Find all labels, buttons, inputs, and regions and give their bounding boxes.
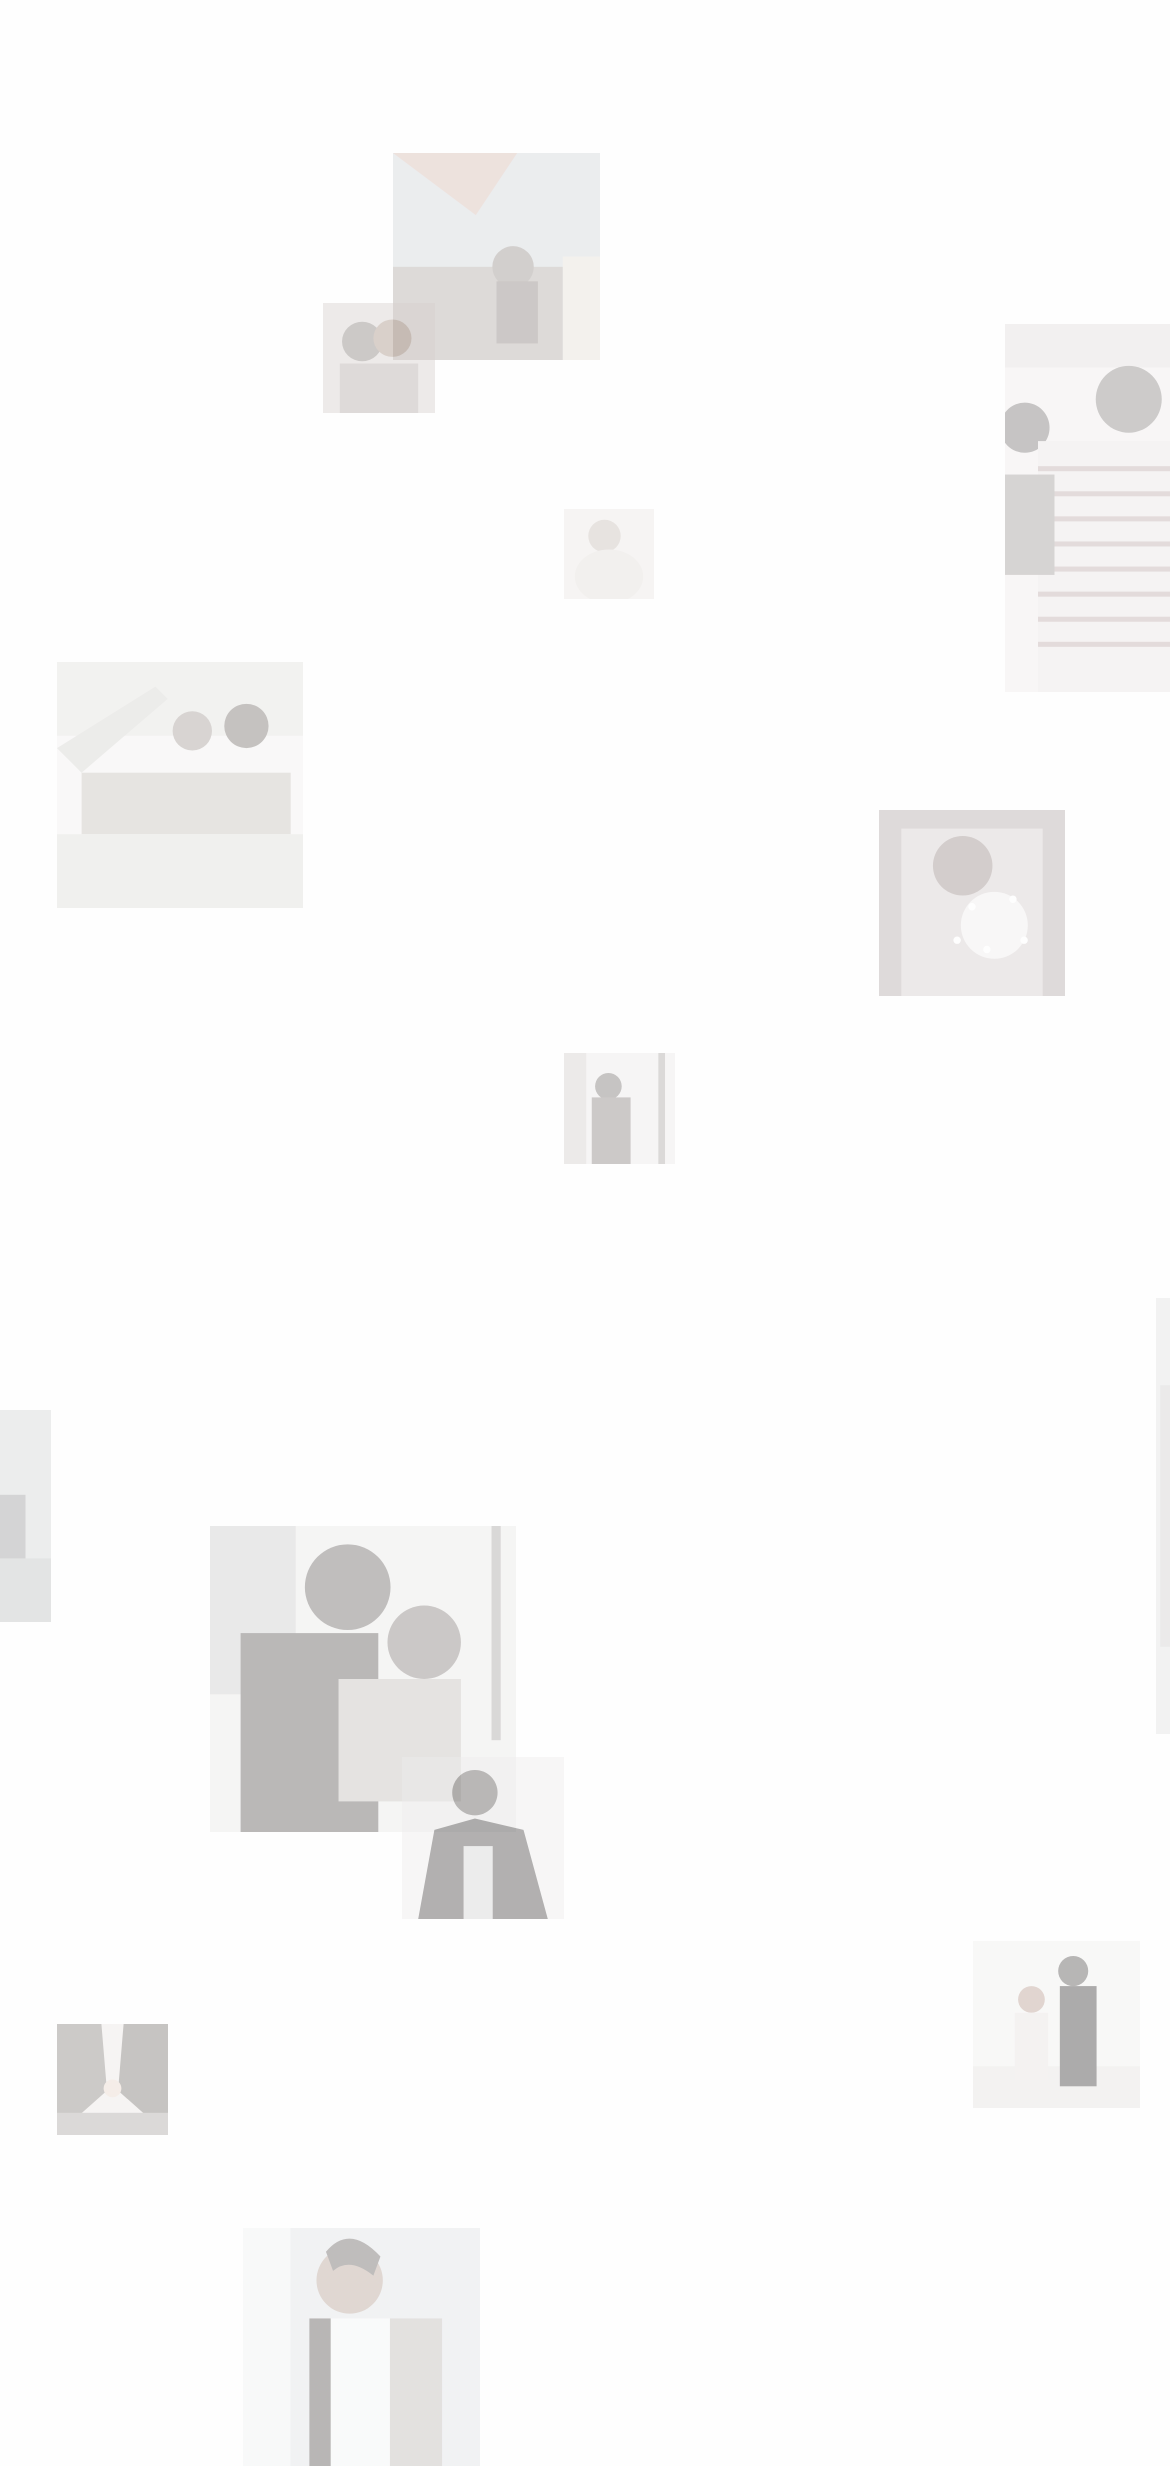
couple-window-photo	[564, 1053, 675, 1164]
couple-embrace-photo	[323, 303, 435, 413]
sparkler-woman-photo	[879, 810, 1065, 996]
partial-photo-left	[0, 1410, 51, 1622]
smiling-girl-selfie-photo	[243, 2228, 480, 2466]
beach-couple-photo	[973, 1941, 1140, 2108]
convertible-couple-photo	[57, 662, 303, 908]
striped-shirt-couple-photo	[1005, 324, 1170, 692]
man-leather-jacket-photo	[402, 1757, 564, 1919]
partial-photo-right	[1156, 1298, 1170, 1734]
photo-collage-canvas	[0, 0, 1170, 2466]
couple-hug-photo	[564, 509, 654, 599]
couple-kiss-sunset-photo	[57, 2024, 168, 2135]
